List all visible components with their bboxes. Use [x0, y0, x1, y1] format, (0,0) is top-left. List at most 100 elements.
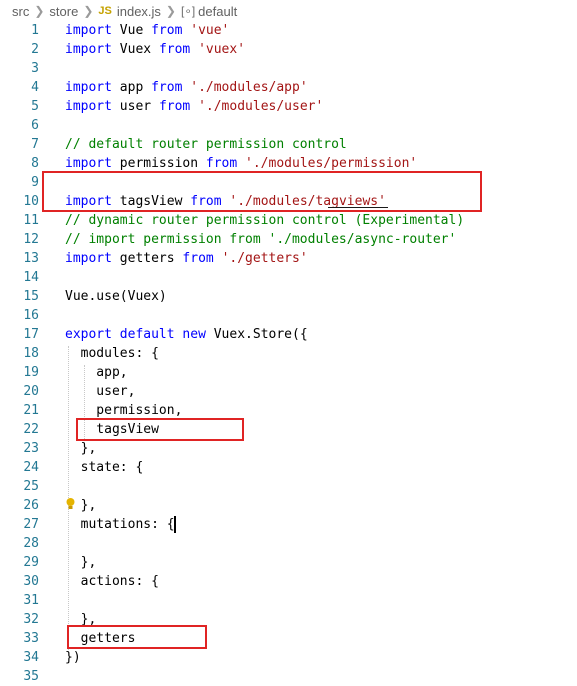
code-line[interactable]: 23 },	[0, 439, 577, 458]
line-number: 32	[23, 612, 39, 627]
code-text: // dynamic router permission control (Ex…	[65, 211, 464, 230]
highlight-box-import-tagsview	[42, 171, 482, 212]
string-token: 'vue'	[190, 23, 230, 38]
line-number: 12	[23, 232, 39, 247]
code-line[interactable]: 6	[0, 116, 577, 135]
line-number: 8	[31, 156, 39, 171]
breadcrumb-symbol[interactable]: default	[198, 4, 237, 19]
javascript-file-icon: JS	[98, 5, 112, 17]
line-number: 9	[31, 175, 39, 190]
code-text: import Vue from 'vue'	[65, 21, 229, 40]
keyword-token: import	[65, 99, 112, 114]
code-line[interactable]: 20 user,	[0, 382, 577, 401]
code-token: app	[111, 80, 152, 95]
code-token: },	[65, 555, 97, 570]
comment-token: // default router permission control	[65, 137, 347, 152]
code-token: })	[65, 650, 81, 665]
code-text: },	[65, 553, 97, 572]
chevron-right-icon: ❯	[34, 4, 45, 18]
code-text: user,	[65, 382, 135, 401]
keyword-token: import	[65, 156, 112, 171]
code-token: Vuex.Store({	[205, 327, 308, 342]
code-line[interactable]: 18 modules: {	[0, 344, 577, 363]
string-token: 'vuex'	[198, 42, 246, 57]
code-line[interactable]: 19 app,	[0, 363, 577, 382]
code-editor[interactable]: 35 34}) 33 getters 32 }, 31 30 actions: {29 }…	[0, 21, 577, 684]
code-line[interactable]: 34})	[0, 648, 577, 667]
keyword-token: from	[182, 251, 214, 266]
code-line[interactable]: 5 import user from './modules/user'	[0, 97, 577, 116]
code-line[interactable]: 35	[0, 667, 577, 686]
line-number: 28	[23, 536, 39, 551]
line-number: 29	[23, 555, 39, 570]
code-text: import getters from './getters'	[65, 249, 308, 268]
code-line[interactable]: 31	[0, 591, 577, 610]
code-token: getters	[111, 251, 183, 266]
code-line[interactable]: 24 state: {	[0, 458, 577, 477]
line-number: 19	[23, 365, 39, 380]
line-number: 24	[23, 460, 39, 475]
breadcrumb-src[interactable]: src	[12, 4, 29, 19]
code-text: },	[65, 439, 97, 458]
code-text: app,	[65, 363, 128, 382]
line-number: 26	[23, 498, 39, 513]
breadcrumb: src ❯ store ❯ JS index.js ❯ [∘] default	[0, 0, 577, 22]
code-line[interactable]: 1 import Vue from 'vue'	[0, 21, 577, 40]
keyword-token: from	[151, 80, 183, 95]
comment-token: // import permission from './modules/asy…	[65, 232, 457, 247]
line-number: 30	[23, 574, 39, 589]
keyword-token: from	[205, 156, 238, 171]
breadcrumb-file[interactable]: index.js	[117, 4, 161, 19]
code-text: // default router permission control	[65, 135, 347, 154]
line-number: 17	[23, 327, 39, 342]
line-number: 33	[23, 631, 39, 646]
code-line[interactable]: 27 mutations: {	[0, 515, 577, 534]
chevron-right-icon: ❯	[165, 4, 176, 18]
code-line[interactable]: 30 actions: {	[0, 572, 577, 591]
code-line[interactable]: 11 // dynamic router permission control (…	[0, 211, 577, 230]
keyword-token: default	[119, 327, 175, 342]
code-line[interactable]: 2 import Vuex from 'vuex'	[0, 40, 577, 59]
code-line[interactable]: 3	[0, 59, 577, 78]
line-number: 5	[31, 99, 39, 114]
code-line[interactable]: 12 // import permission from './modules/a…	[0, 230, 577, 249]
line-number: 22	[23, 422, 39, 437]
code-token: permission	[111, 156, 206, 171]
spelling-squiggle	[328, 205, 388, 208]
code-token: actions: {	[65, 574, 159, 589]
code-text: mutations: {	[65, 515, 175, 534]
code-line[interactable]: 14	[0, 268, 577, 287]
code-token: app,	[65, 365, 128, 380]
lightbulb-icon[interactable]	[66, 498, 75, 510]
line-number: 23	[23, 441, 39, 456]
line-number: 31	[23, 593, 39, 608]
breadcrumb-store[interactable]: store	[49, 4, 78, 19]
line-number: 16	[23, 308, 39, 323]
code-line[interactable]: 25	[0, 477, 577, 496]
code-line[interactable]: 26 },	[0, 496, 577, 515]
line-number: 35	[23, 669, 39, 684]
keyword-token: export	[65, 327, 112, 342]
code-line[interactable]: 28	[0, 534, 577, 553]
code-text: })	[65, 648, 81, 667]
code-text: import Vuex from 'vuex'	[65, 40, 245, 59]
code-line[interactable]: 17 export default new Vuex.Store({	[0, 325, 577, 344]
code-token: modules: {	[65, 346, 159, 361]
code-line[interactable]: 15 Vue.use(Vuex)	[0, 287, 577, 306]
code-line[interactable]: 13 import getters from './getters'	[0, 249, 577, 268]
code-token: Vue.use(Vuex)	[65, 289, 167, 304]
code-token: state: {	[65, 460, 144, 475]
line-number: 18	[23, 346, 39, 361]
keyword-token: import	[65, 23, 112, 38]
code-line[interactable]: 29 },	[0, 553, 577, 572]
code-line[interactable]: 16	[0, 306, 577, 325]
code-line[interactable]: 7 // default router permission control	[0, 135, 577, 154]
code-line[interactable]: 4 import app from './modules/app'	[0, 78, 577, 97]
line-number: 4	[31, 80, 39, 95]
keyword-token: new	[182, 327, 206, 342]
comment-token: // dynamic router permission control (Ex…	[65, 213, 465, 228]
string-token: './getters'	[221, 251, 308, 266]
